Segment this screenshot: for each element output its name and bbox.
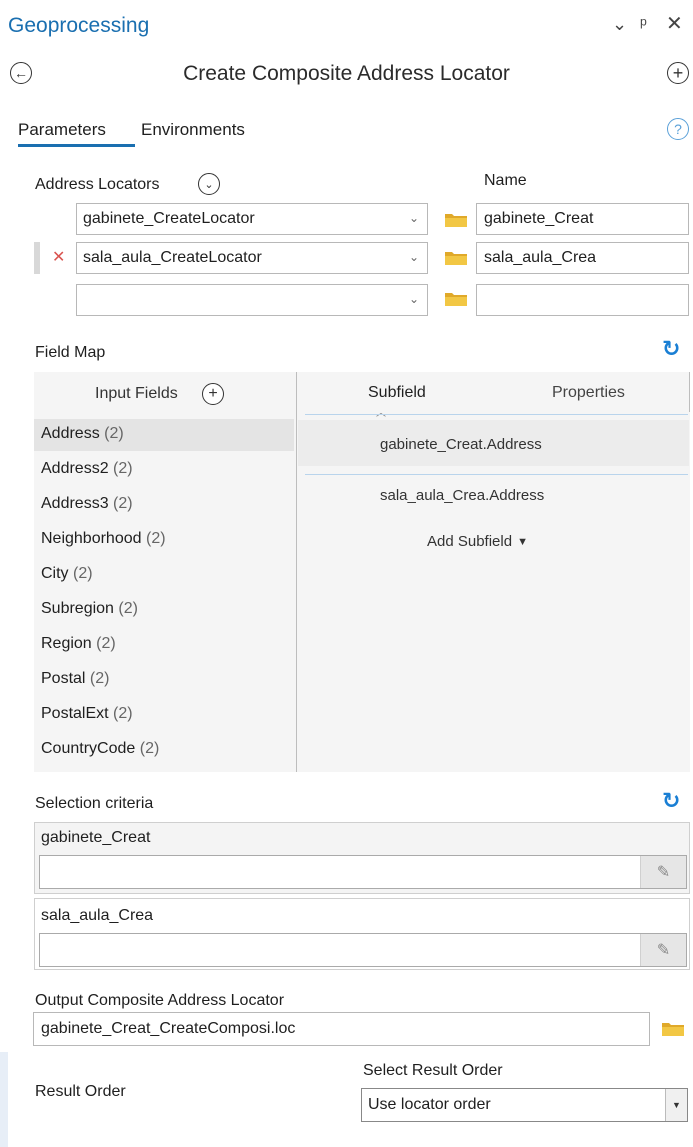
input-field-item[interactable]: Neighborhood (2) — [41, 530, 166, 548]
result-order-label: Result Order — [35, 1083, 126, 1100]
selection-criteria-item: gabinete_Creat ✎ — [34, 822, 690, 894]
field-name: Subregion — [41, 600, 114, 617]
field-map-label: Field Map — [35, 344, 106, 361]
folder-icon[interactable] — [661, 1020, 685, 1037]
locator-combo-3[interactable]: ⌄ — [76, 284, 428, 316]
close-icon[interactable]: ✕ — [666, 11, 683, 36]
properties-header[interactable]: Properties — [552, 384, 625, 402]
selection-criteria-item: sala_aula_Crea ✎ — [34, 898, 690, 970]
add-subfield-label: Add Subfield — [427, 533, 513, 550]
locator-combo-value: gabinete_CreateLocator — [83, 210, 255, 227]
chevron-down-icon: ▼ — [517, 535, 528, 548]
add-field-icon[interactable]: + — [202, 383, 224, 405]
subfield-item[interactable]: sala_aula_Crea.Address — [380, 487, 544, 504]
field-name: PostalExt — [41, 705, 109, 722]
folder-icon[interactable] — [444, 249, 468, 266]
dropdown-arrow-icon[interactable]: ▼ — [665, 1089, 687, 1121]
field-name: CountryCode — [41, 740, 136, 757]
field-map-divider — [296, 372, 297, 772]
locator-name-field-1[interactable]: gabinete_Creat — [476, 203, 689, 235]
active-tab-indicator — [18, 144, 135, 147]
locator-name-field-2[interactable]: sala_aula_Crea — [476, 242, 689, 274]
sort-chevron-up-icon: ︿ — [376, 404, 386, 419]
row-drag-handle[interactable] — [34, 242, 40, 274]
input-fields-header: Input Fields — [95, 385, 178, 402]
input-field-item[interactable]: Region (2) — [41, 635, 116, 653]
sql-builder-button[interactable]: ✎ — [640, 934, 686, 966]
input-field-item[interactable]: City (2) — [41, 565, 93, 583]
select-result-order-label: Select Result Order — [363, 1062, 503, 1079]
chevron-down-icon[interactable]: ⌄ — [409, 292, 419, 306]
name-column-header: Name — [484, 172, 527, 189]
input-field-item[interactable]: Address2 (2) — [41, 460, 133, 478]
field-count: (2) — [145, 530, 166, 547]
field-name: Address2 — [41, 460, 109, 477]
field-count: (2) — [96, 635, 116, 652]
input-field-item[interactable]: Address3 (2) — [41, 495, 133, 513]
tool-title: Create Composite Address Locator — [183, 62, 510, 85]
pane-title: Geoprocessing — [8, 14, 150, 37]
subfield-separator — [305, 414, 688, 415]
expand-locators-chevron-icon[interactable]: ⌄ — [198, 173, 220, 195]
tab-environments[interactable]: Environments — [141, 120, 245, 140]
selection-criteria-name: sala_aula_Crea — [41, 907, 154, 924]
pencil-icon: ✎ — [656, 942, 671, 959]
input-field-item[interactable]: Postal (2) — [41, 670, 109, 688]
pin-icon[interactable]: ᵖ — [640, 14, 647, 35]
result-order-select[interactable]: Use locator order ▼ — [361, 1088, 688, 1122]
subfield-item[interactable]: gabinete_Creat.Address — [380, 436, 542, 453]
output-locator-field[interactable]: gabinete_Creat_CreateComposi.loc — [33, 1012, 650, 1046]
field-count: (2) — [104, 425, 124, 442]
field-name: City — [41, 565, 69, 582]
selection-criteria-expression-input[interactable]: ✎ — [39, 933, 687, 967]
add-subfield-button[interactable]: Add Subfield ▼ — [427, 533, 528, 550]
chevron-down-icon[interactable]: ⌄ — [409, 250, 419, 264]
properties-divider — [689, 372, 690, 412]
pane-options-chevron-icon[interactable]: ⌄ — [612, 14, 627, 35]
parameter-gutter — [0, 1052, 8, 1147]
refresh-field-map-icon[interactable]: ↻ — [662, 336, 680, 362]
field-count: (2) — [113, 460, 133, 477]
input-field-item[interactable]: Address (2) — [41, 425, 124, 443]
selection-criteria-expression-input[interactable]: ✎ — [39, 855, 687, 889]
field-name: Region — [41, 635, 92, 652]
output-locator-label: Output Composite Address Locator — [35, 992, 285, 1009]
field-name: Address — [41, 425, 100, 442]
folder-icon[interactable] — [444, 211, 468, 228]
result-order-selected-value: Use locator order — [368, 1096, 491, 1113]
help-icon[interactable]: ? — [667, 118, 689, 140]
field-name: Neighborhood — [41, 530, 142, 547]
folder-icon[interactable] — [444, 290, 468, 307]
address-locators-label: Address Locators — [35, 176, 160, 193]
selection-criteria-name: gabinete_Creat — [41, 829, 151, 846]
chevron-down-icon[interactable]: ⌄ — [409, 211, 419, 225]
field-name: Postal — [41, 670, 86, 687]
tab-parameters[interactable]: Parameters — [18, 120, 106, 140]
refresh-selection-criteria-icon[interactable]: ↻ — [662, 788, 680, 814]
locator-combo-value: sala_aula_CreateLocator — [83, 249, 262, 266]
field-count: (2) — [73, 565, 93, 582]
field-count: (2) — [118, 600, 138, 617]
field-count: (2) — [139, 740, 160, 757]
locator-combo-2[interactable]: sala_aula_CreateLocator ⌄ — [76, 242, 428, 274]
pencil-icon: ✎ — [656, 864, 671, 881]
field-name: Address3 — [41, 495, 109, 512]
input-field-item[interactable]: Subregion (2) — [41, 600, 138, 618]
subfield-separator — [305, 474, 688, 475]
field-count: (2) — [89, 670, 110, 687]
input-field-item[interactable]: CountryCode (2) — [41, 740, 159, 758]
subfield-header[interactable]: Subfield — [368, 384, 426, 402]
sql-builder-button[interactable]: ✎ — [640, 856, 686, 888]
input-field-item[interactable]: PostalExt (2) — [41, 705, 133, 723]
field-count: (2) — [113, 705, 133, 722]
locator-name-field-3[interactable] — [476, 284, 689, 316]
selection-criteria-label: Selection criteria — [35, 795, 154, 812]
add-icon[interactable]: + — [667, 62, 689, 84]
field-count: (2) — [113, 495, 133, 512]
remove-row-icon[interactable]: ✕ — [52, 247, 65, 267]
locator-combo-1[interactable]: gabinete_CreateLocator ⌄ — [76, 203, 428, 235]
